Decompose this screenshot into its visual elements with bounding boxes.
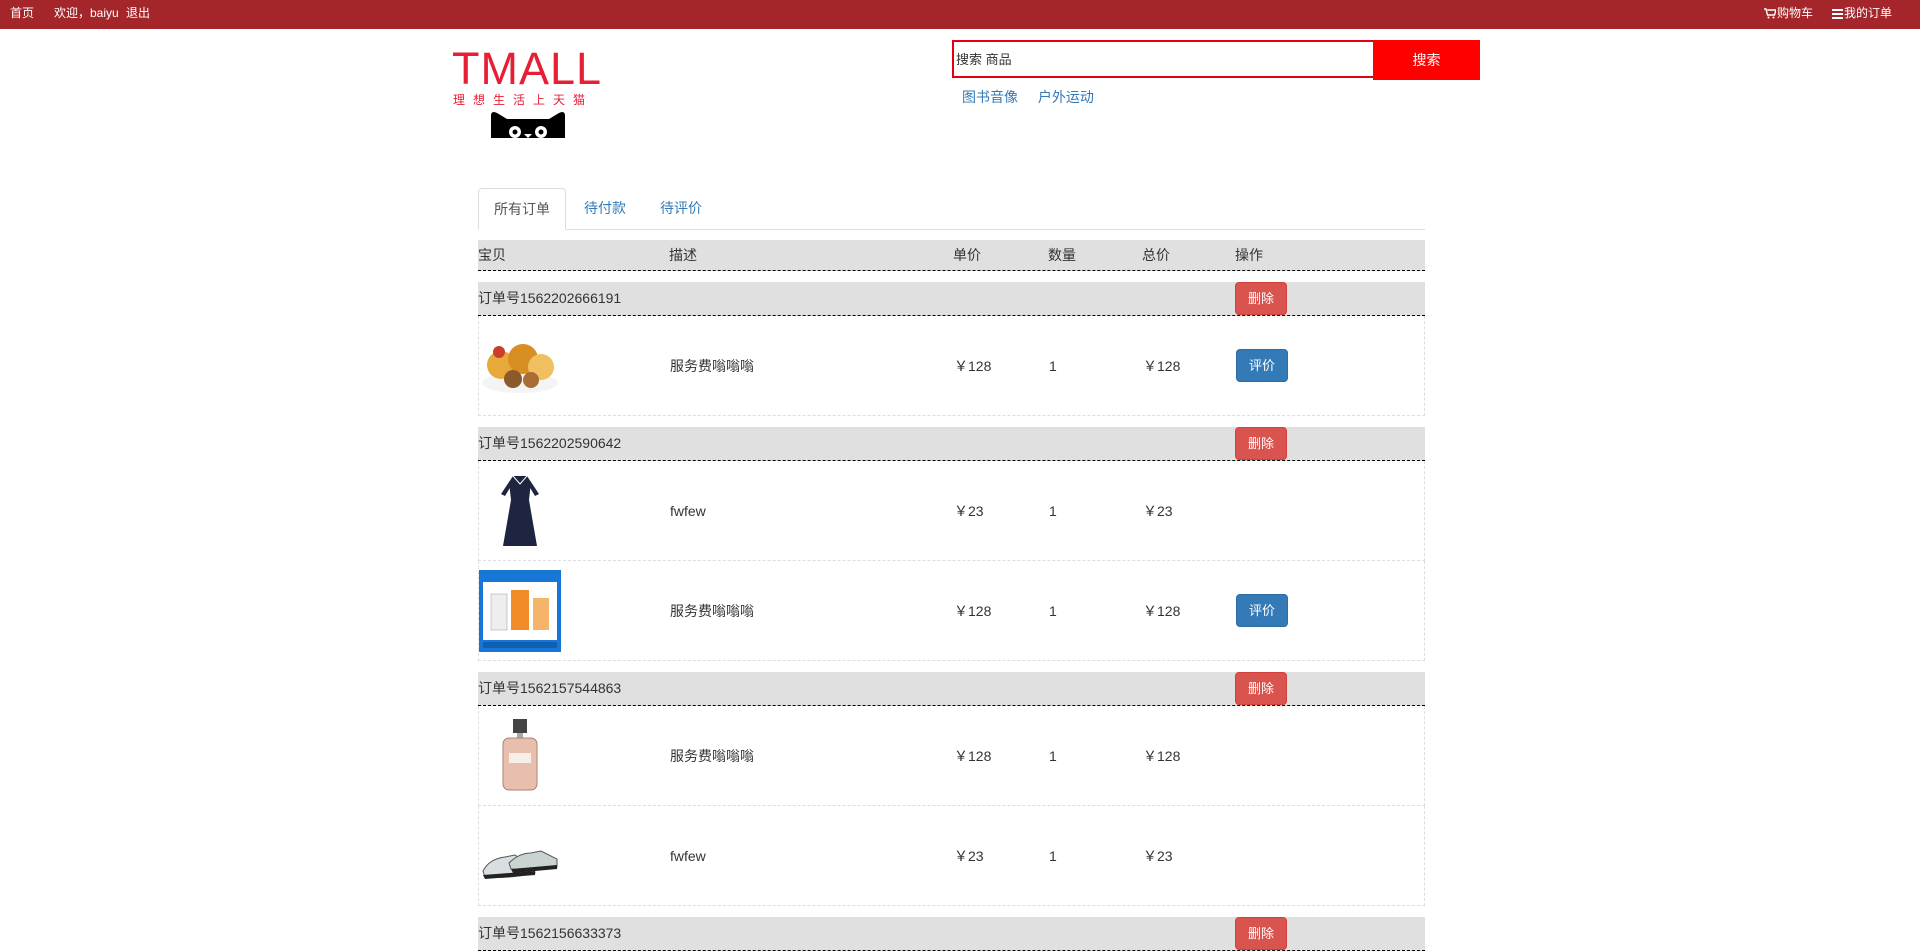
item-desc[interactable]: 服务费嗡嗡嗡	[670, 316, 754, 416]
item-qty: 1	[1049, 848, 1057, 864]
cart-label: 购物车	[1777, 6, 1814, 20]
item-desc[interactable]: fwfew	[670, 461, 706, 561]
hot-links: 图书音像 户外运动	[962, 87, 1110, 107]
item-total: ￥128	[1143, 603, 1181, 619]
item-price: ￥23	[954, 848, 984, 864]
search-input[interactable]	[954, 42, 1375, 76]
order-number: 订单号1562156633373	[478, 925, 622, 941]
tab-pending-review[interactable]: 待评价	[645, 188, 717, 229]
skincare-box-image[interactable]	[479, 570, 561, 652]
item-desc[interactable]: 服务费嗡嗡嗡	[670, 561, 754, 661]
item-desc[interactable]: fwfew	[670, 806, 706, 906]
navy-dress-image[interactable]	[479, 470, 561, 552]
order-group: 订单号1562202666191 删除 服务费嗡嗡嗡 ￥128 1 ￥128 评…	[478, 282, 1425, 416]
item-qty: 1	[1049, 358, 1057, 374]
header-op: 操作	[1235, 247, 1263, 263]
order-header: 订单号1562202590642 删除	[478, 427, 1425, 461]
welcome-text: 欢迎，baiyu 退出	[54, 4, 150, 21]
review-button[interactable]: 评价	[1236, 594, 1289, 627]
order-number: 订单号1562202590642	[478, 435, 622, 451]
cart-link[interactable]: 购物车	[1764, 4, 1813, 21]
my-orders-label: 我的订单	[1844, 6, 1893, 20]
table-header: 宝贝 描述 单价 数量 总价 操作	[478, 240, 1425, 271]
item-price: ￥128	[954, 748, 992, 764]
tab-pending-payment[interactable]: 待付款	[569, 188, 641, 229]
delete-order-button[interactable]: 删除	[1235, 282, 1288, 315]
delete-order-button[interactable]: 删除	[1235, 672, 1288, 705]
sneakers-image[interactable]	[479, 815, 561, 897]
item-qty: 1	[1049, 748, 1057, 764]
home-link[interactable]: 首页	[10, 4, 34, 21]
tab-all-orders[interactable]: 所有订单	[478, 188, 566, 230]
header-price: 单价	[953, 247, 981, 263]
table-row: 服务费嗡嗡嗡 ￥128 1 ￥128 评价	[478, 316, 1425, 416]
header-total: 总价	[1142, 247, 1170, 263]
table-row: 服务费嗡嗡嗡 ￥128 1 ￥128	[478, 706, 1425, 806]
item-price: ￥128	[954, 358, 992, 374]
logo-slogan: 理想生活上天猫	[453, 93, 594, 107]
order-number: 订单号1562202666191	[478, 290, 622, 306]
order-number: 订单号1562157544863	[478, 680, 622, 696]
header-desc: 描述	[669, 247, 697, 263]
list-icon	[1832, 8, 1843, 19]
perfume-bottle-image[interactable]	[479, 715, 561, 797]
tmall-cat-icon	[491, 112, 565, 138]
header-item: 宝贝	[478, 247, 506, 263]
delete-order-button[interactable]: 删除	[1235, 917, 1288, 950]
item-total: ￥128	[1143, 358, 1181, 374]
item-total: ￥23	[1143, 848, 1173, 864]
item-desc[interactable]: 服务费嗡嗡嗡	[670, 706, 754, 806]
order-header: 订单号1562202666191 删除	[478, 282, 1425, 316]
delete-order-button[interactable]: 删除	[1235, 427, 1288, 460]
hot-link-books[interactable]: 图书音像	[962, 89, 1018, 105]
order-header: 订单号1562157544863 删除	[478, 672, 1425, 706]
review-button[interactable]: 评价	[1236, 349, 1289, 382]
item-qty: 1	[1049, 503, 1057, 519]
welcome-label: 欢迎，baiyu	[54, 6, 119, 20]
table-row: fwfew ￥23 1 ￥23	[478, 806, 1425, 906]
item-total: ￥128	[1143, 748, 1181, 764]
hot-link-outdoor[interactable]: 户外运动	[1038, 89, 1094, 105]
order-group: 订单号1562156633373 删除	[478, 917, 1425, 951]
header-qty: 数量	[1048, 247, 1076, 263]
item-price: ￥23	[954, 503, 984, 519]
top-bar: 首页 欢迎，baiyu 退出 购物车 我的订单	[0, 0, 1920, 29]
my-orders-link[interactable]: 我的订单	[1832, 4, 1892, 21]
table-row: fwfew ￥23 1 ￥23	[478, 461, 1425, 561]
order-group: 订单号1562202590642 删除 fwfew ￥23 1 ￥23 服务费嗡…	[478, 427, 1425, 661]
item-price: ￥128	[954, 603, 992, 619]
table-row: 服务费嗡嗡嗡 ￥128 1 ￥128 评价	[478, 561, 1425, 661]
order-header: 订单号1562156633373 删除	[478, 917, 1425, 951]
item-qty: 1	[1049, 603, 1057, 619]
logo-brand: TMALL	[452, 43, 603, 94]
logout-link[interactable]: 退出	[126, 6, 150, 20]
item-total: ￥23	[1143, 503, 1173, 519]
search-box: 搜索	[952, 40, 1480, 80]
order-group: 订单号1562157544863 删除 服务费嗡嗡嗡 ￥128 1 ￥128 f…	[478, 672, 1425, 906]
search-button[interactable]: 搜索	[1373, 40, 1480, 80]
order-tabs: 所有订单 待付款 待评价	[478, 188, 1425, 230]
cart-icon	[1764, 8, 1776, 19]
snack-food-image[interactable]	[479, 325, 561, 407]
orders-table: 宝贝 描述 单价 数量 总价 操作 订单号1562202666191 删除 服务…	[478, 240, 1425, 951]
